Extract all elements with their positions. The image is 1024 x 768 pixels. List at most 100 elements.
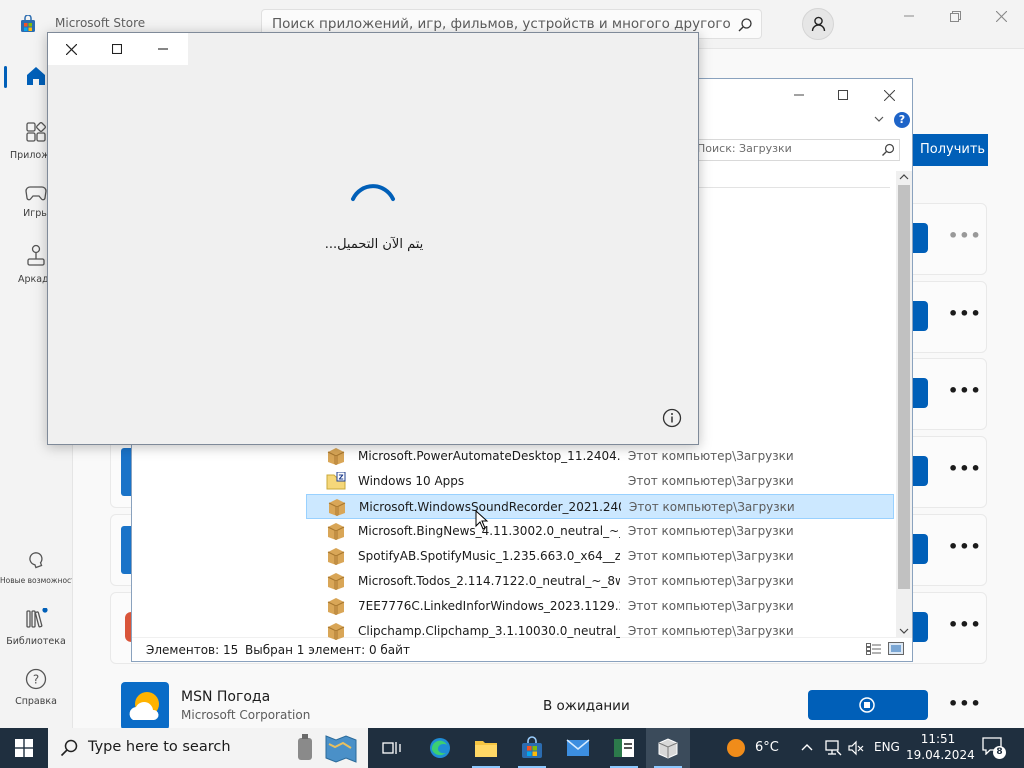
package-icon xyxy=(327,623,345,640)
nav-label-whats-new: Новые возможности xyxy=(0,576,72,585)
nav-item-whats-new[interactable]: Новые возможности xyxy=(0,548,72,585)
mail-icon xyxy=(566,739,590,756)
edge-browser-icon xyxy=(430,738,450,758)
file-location: Этот компьютер\Загрузки xyxy=(628,624,794,638)
nav-item-help[interactable]: ? Справка xyxy=(0,668,72,707)
notifications-button[interactable]: 8 xyxy=(982,737,1006,759)
gamepad-icon xyxy=(25,186,47,201)
taskbar-app-installer[interactable] xyxy=(646,728,690,768)
joystick-icon xyxy=(27,244,45,266)
file-name: Microsoft.BingNews_4.11.3002.0_neutral_~… xyxy=(358,524,620,538)
file-list-row[interactable]: Clipchamp.Clipchamp_3.1.10030.0_neutral_… xyxy=(306,619,894,644)
app-icon xyxy=(121,526,131,574)
task-view-button[interactable] xyxy=(370,728,414,768)
package-icon xyxy=(328,499,346,516)
loading-text: يتم الآن التحميل... xyxy=(324,237,424,252)
maximize-icon xyxy=(112,44,122,54)
dialog-close-button[interactable] xyxy=(866,79,912,111)
taskbar-mail[interactable] xyxy=(556,728,600,768)
svg-text:?: ? xyxy=(33,673,39,687)
item-count: Элементов: 15 xyxy=(146,643,239,657)
msn-app-name: MSN Погода xyxy=(181,689,271,705)
file-list-row[interactable]: Microsoft.WindowsSoundRecorder_2021.2403… xyxy=(306,494,894,519)
library-icon xyxy=(26,607,48,628)
store-title: Microsoft Store xyxy=(55,16,146,30)
input-language[interactable]: ENG xyxy=(874,740,900,754)
package-icon xyxy=(327,523,345,540)
nav-label-help: Справка xyxy=(15,696,57,707)
stop-icon xyxy=(859,697,875,713)
file-list-row[interactable]: Z Windows 10 Apps Этот компьютер\Загрузки xyxy=(306,469,894,494)
scroll-up-arrow-icon[interactable] xyxy=(899,171,909,183)
clock-time: 11:51 xyxy=(920,732,956,746)
file-location: Этот компьютер\Загрузки xyxy=(628,574,794,588)
nav-label-library: Библиотека xyxy=(6,636,66,647)
info-icon[interactable] xyxy=(662,408,682,428)
thumbnails-view-icon[interactable] xyxy=(888,642,904,656)
taskbar-app[interactable] xyxy=(602,728,646,768)
account-avatar[interactable] xyxy=(802,8,834,40)
help-button[interactable]: ? xyxy=(894,112,910,128)
taskbar-search-box[interactable]: Type here to search xyxy=(48,728,368,768)
more-options-button[interactable]: ••• xyxy=(948,537,981,556)
more-options-button[interactable]: ••• xyxy=(948,694,981,713)
taskbar-edge[interactable] xyxy=(418,728,462,768)
msn-weather-icon xyxy=(121,682,169,730)
stop-download-button[interactable] xyxy=(808,690,928,720)
notification-count-badge: 8 xyxy=(993,746,1006,759)
loading-maximize-button[interactable] xyxy=(94,33,140,65)
taskbar-file-explorer[interactable] xyxy=(464,728,508,768)
msn-app-status: В ожидании xyxy=(543,698,630,714)
dialog-minimize-button[interactable] xyxy=(776,79,822,111)
more-options-button[interactable]: ••• xyxy=(948,615,981,634)
ribbon-expand-chevron-icon[interactable] xyxy=(873,113,885,125)
file-list-row[interactable]: Microsoft.BingNews_4.11.3002.0_neutral_~… xyxy=(306,519,894,544)
file-name: SpotifyAB.SpotifyMusic_1.235.663.0_x64__… xyxy=(358,549,620,563)
store-bag-icon xyxy=(522,736,542,758)
dialog-maximize-button[interactable] xyxy=(820,79,866,111)
start-button[interactable] xyxy=(2,728,46,768)
taskbar-microsoft-store[interactable] xyxy=(510,728,554,768)
lightbulb-icon xyxy=(29,552,43,569)
more-options-button[interactable]: ••• xyxy=(948,304,981,323)
store-minimize-button[interactable] xyxy=(886,0,932,32)
store-restore-button[interactable] xyxy=(932,0,978,32)
scroll-down-arrow-icon[interactable] xyxy=(899,625,909,637)
loading-close-button[interactable] xyxy=(48,33,94,65)
weather-temperature[interactable]: 6°C xyxy=(755,740,779,755)
taskbar-clock[interactable]: 11:51 19.04.2024 xyxy=(906,732,975,762)
search-icon[interactable] xyxy=(737,17,753,33)
file-location: Этот компьютер\Загрузки xyxy=(628,599,794,613)
file-location: Этот компьютер\Загрузки xyxy=(628,449,794,463)
app-installer-box-icon xyxy=(658,738,678,759)
store-close-button[interactable] xyxy=(978,0,1024,32)
search-icon xyxy=(882,143,895,156)
more-options-button[interactable]: ••• xyxy=(948,226,981,245)
file-search-input[interactable]: Поиск: Загрузки xyxy=(692,139,900,161)
file-name: Microsoft.PowerAutomateDesktop_11.2404.1… xyxy=(358,449,620,463)
loading-minimize-button[interactable] xyxy=(140,33,186,65)
volume-muted-icon[interactable] xyxy=(847,739,865,757)
file-list-row[interactable]: Microsoft.Todos_2.114.7122.0_neutral_~_8… xyxy=(306,569,894,594)
selection-info: Выбран 1 элемент: 0 байт xyxy=(245,643,410,657)
nav-item-library[interactable]: Библиотека xyxy=(0,607,72,647)
scrollbar-thumb[interactable] xyxy=(898,185,910,589)
get-updates-button[interactable]: Получить обновления xyxy=(906,134,988,166)
file-list-row[interactable]: SpotifyAB.SpotifyMusic_1.235.663.0_x64__… xyxy=(306,544,894,569)
app-icon xyxy=(121,448,131,496)
details-view-icon[interactable] xyxy=(866,643,882,655)
file-list-row[interactable]: 7EE7776C.LinkedInforWindows_2023.1129.23… xyxy=(306,594,894,619)
taskbar: Type here to search 6°C ENG 11:51 19.04.… xyxy=(0,728,1024,768)
windows-logo-icon xyxy=(15,739,33,757)
file-search-placeholder: Поиск: Загрузки xyxy=(697,142,792,155)
taskbar-search-placeholder: Type here to search xyxy=(88,739,231,755)
more-options-button[interactable]: ••• xyxy=(948,381,981,400)
home-icon xyxy=(27,67,45,85)
show-hidden-icons-chevron-icon[interactable] xyxy=(801,742,813,752)
weather-sun-icon[interactable] xyxy=(726,738,746,758)
more-options-button[interactable]: ••• xyxy=(948,459,981,478)
loading-spinner-icon xyxy=(351,184,395,201)
file-list-row[interactable]: Microsoft.PowerAutomateDesktop_11.2404.1… xyxy=(306,444,894,469)
task-view-icon xyxy=(382,742,401,754)
network-icon[interactable] xyxy=(824,739,842,757)
